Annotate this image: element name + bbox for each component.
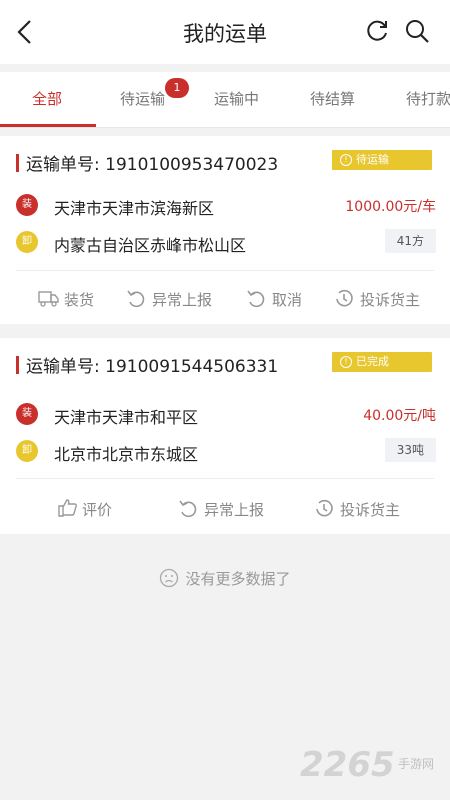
unload-row: 卸 北京市北京市东城区 33吨: [16, 438, 436, 464]
undo-icon: [179, 500, 197, 518]
accent-bar: [16, 356, 19, 374]
load-row: 装 天津市天津市滨海新区 1000.00元/车: [16, 194, 436, 218]
status-tabs: 全部 待运输 1 运输中 待结算 待打款: [0, 72, 450, 128]
clock-icon: [316, 499, 333, 517]
load-tag: 装: [16, 403, 38, 425]
load-tag: 装: [16, 194, 38, 216]
freight-price: 40.00元/吨: [363, 408, 436, 424]
accent-bar: [16, 154, 19, 172]
load-row: 装 天津市天津市和平区 40.00元/吨: [16, 403, 436, 427]
app-header: 我的运单: [0, 0, 450, 64]
waybill-number: 运输单号: 1910100953470023: [26, 155, 279, 175]
sad-face-icon: [160, 568, 179, 588]
unload-tag: 卸: [16, 231, 38, 253]
waybill-number: 运输单号: 1910091544506331: [26, 357, 279, 377]
order-card[interactable]: 运输单号: 1910091544506331 ! 已完成 装 天津市天津市和平区…: [0, 338, 450, 534]
unload-address: 北京市北京市东城区: [54, 445, 199, 464]
unload-tag: 卸: [16, 440, 38, 462]
info-icon: !: [340, 356, 352, 368]
status-badge: ! 待运输: [332, 150, 432, 170]
refresh-icon[interactable]: [364, 18, 390, 44]
site-watermark: 2265 手游网: [300, 745, 450, 785]
divider: [16, 478, 434, 479]
pending-count-badge: 1: [165, 78, 189, 98]
load-address: 天津市天津市和平区: [54, 408, 199, 427]
order-header: 运输单号: 1910100953470023 ! 待运输: [16, 150, 436, 176]
search-icon[interactable]: [404, 18, 430, 44]
tab-pending-settlement[interactable]: 待结算: [310, 88, 355, 109]
cargo-quantity: 33吨: [384, 438, 436, 462]
unload-row: 卸 内蒙古自治区赤峰市松山区 41方: [16, 229, 436, 255]
undo-icon: [247, 290, 265, 308]
load-address: 天津市天津市滨海新区: [54, 199, 215, 218]
undo-icon: [127, 290, 145, 308]
tab-pending-transport[interactable]: 待运输: [120, 88, 165, 109]
order-header: 运输单号: 1910091544506331 ! 已完成: [16, 352, 436, 378]
tab-all[interactable]: 全部: [32, 88, 62, 109]
no-more-data: 没有更多数据了: [0, 568, 450, 589]
thumbs-up-icon: [58, 499, 77, 517]
status-badge: ! 已完成: [332, 352, 432, 372]
truck-icon: [38, 291, 59, 307]
watermark-text: 手游网: [398, 757, 435, 771]
tab-pending-payment[interactable]: 待打款: [406, 88, 450, 109]
unload-address: 内蒙古自治区赤峰市松山区: [54, 236, 247, 255]
clock-icon: [336, 289, 353, 307]
freight-price: 1000.00元/车: [345, 199, 436, 215]
cargo-quantity: 41方: [384, 229, 436, 253]
divider: [16, 270, 434, 271]
active-tab-indicator: [0, 124, 96, 127]
watermark-logo: 2265: [300, 745, 395, 785]
tab-in-transit[interactable]: 运输中: [214, 88, 259, 109]
order-card[interactable]: 运输单号: 1910100953470023 ! 待运输 装 天津市天津市滨海新…: [0, 136, 450, 324]
info-icon: !: [340, 154, 352, 166]
